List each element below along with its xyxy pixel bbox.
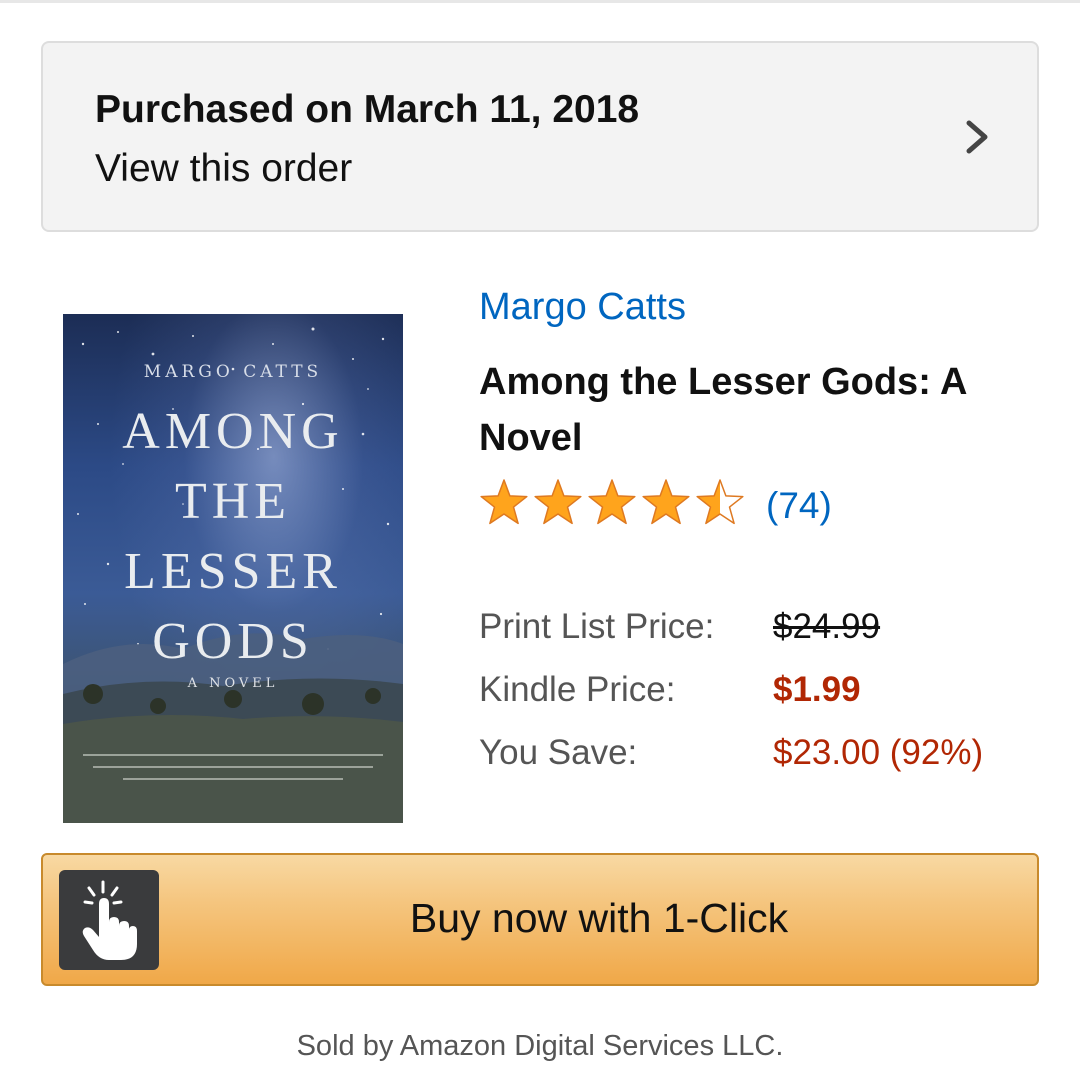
buy-button-label: Buy now with 1-Click <box>409 895 789 941</box>
cover-subtitle: A NOVEL <box>187 676 279 691</box>
star-icon <box>534 479 582 525</box>
star-icon <box>588 479 636 525</box>
order-summary-card[interactable]: Purchased on March 11, 2018 View this or… <box>41 41 1039 232</box>
view-order-link[interactable]: View this order <box>95 147 352 191</box>
cover-author-text: MARGO CATTS <box>143 362 323 382</box>
book-title[interactable]: Among the Lesser Gods: A Novel <box>479 354 1039 466</box>
star-icons <box>480 479 744 525</box>
star-icon <box>642 479 690 525</box>
review-count-link[interactable]: (74) <box>766 485 832 527</box>
cover-title-line: GODS <box>152 613 314 670</box>
top-divider <box>0 0 1080 3</box>
you-save-label: You Save: <box>479 733 638 772</box>
sold-by-text: Sold by Amazon Digital Services LLC. <box>296 1030 784 1062</box>
print-list-price-label: Print List Price: <box>479 607 715 646</box>
purchase-date-text: Purchased on March 11, 2018 <box>95 88 640 131</box>
star-rating[interactable] <box>479 478 749 528</box>
cover-title-line: AMONG <box>122 403 344 460</box>
you-save-value: $23.00 (92%) <box>773 733 984 772</box>
book-cover-image[interactable]: MARGO CATTS AMONG THE LESSER GODS A NOVE… <box>63 314 403 823</box>
print-list-price-value: $24.99 <box>773 607 881 646</box>
chevron-right-icon[interactable] <box>963 119 995 155</box>
kindle-price-label: Kindle Price: <box>479 670 676 709</box>
star-icon <box>480 479 528 525</box>
cover-title-line: LESSER <box>124 543 342 600</box>
star-icon <box>696 479 744 525</box>
cover-title-line: THE <box>174 473 292 530</box>
tap-hand-icon <box>59 870 159 970</box>
kindle-price-value: $1.99 <box>773 670 861 709</box>
author-link[interactable]: Margo Catts <box>479 286 686 329</box>
buy-now-one-click-button[interactable]: Buy now with 1-Click <box>41 853 1039 986</box>
